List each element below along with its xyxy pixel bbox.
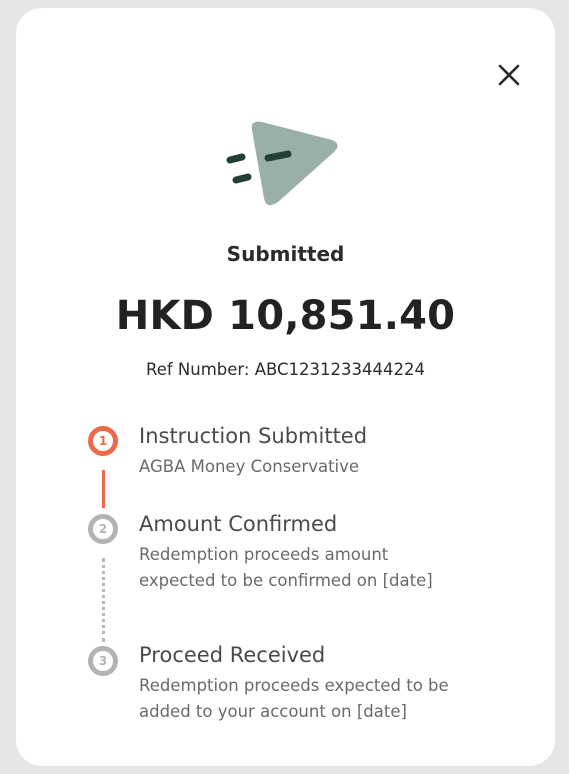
step-3-title: Proceed Received: [139, 643, 326, 667]
submission-dialog: Submitted HKD 10,851.40 Ref Number: ABC1…: [16, 8, 555, 766]
step-1-description: AGBA Money Conservative: [139, 454, 519, 480]
timeline-connector-completed: [102, 470, 105, 508]
progress-timeline: 1 Instruction Submitted AGBA Money Conse…: [16, 8, 555, 766]
step-3-desc-line: Redemption proceeds expected to be: [139, 676, 449, 695]
step-2-description: Redemption proceeds amount expected to b…: [139, 542, 519, 594]
step-1-title: Instruction Submitted: [139, 424, 368, 448]
timeline-connector-pending: [102, 558, 105, 642]
step-2-indicator: 2: [88, 514, 118, 544]
step-2-desc-line: Redemption proceeds amount: [139, 545, 389, 564]
step-1-indicator: 1: [88, 426, 118, 456]
step-1-desc-line: AGBA Money Conservative: [139, 457, 360, 476]
step-3-description: Redemption proceeds expected to be added…: [139, 673, 519, 725]
step-2-desc-line: expected to be confirmed on [date]: [139, 571, 433, 590]
step-3-desc-line: added to your account on [date]: [139, 702, 407, 721]
step-2-title: Amount Confirmed: [139, 512, 338, 536]
step-3-indicator: 3: [88, 646, 118, 676]
